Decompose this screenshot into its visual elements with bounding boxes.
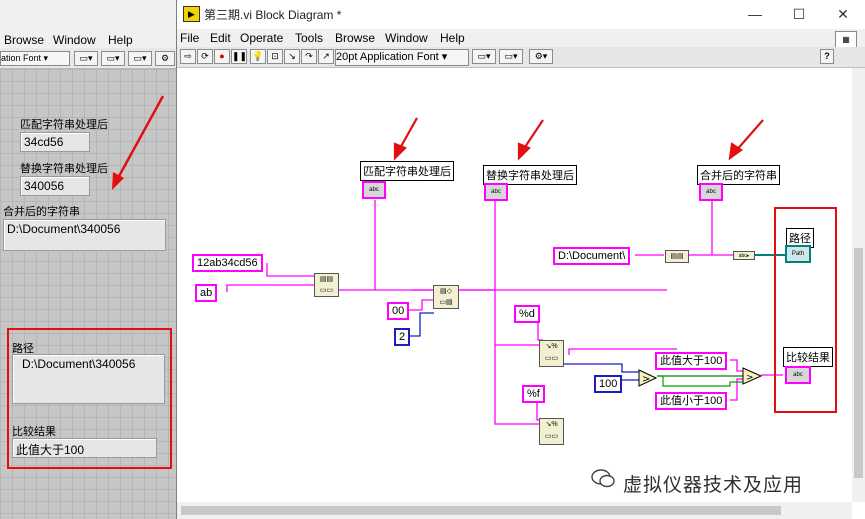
title-bar: ▶ 第三期.vi Block Diagram * — ☐ ✕ <box>177 0 865 28</box>
red-arrow-annotation <box>112 95 165 190</box>
menubar: File Edit Operate Tools Browse Window He… <box>177 29 865 49</box>
wechat-logo-icon <box>591 468 615 488</box>
front-panel-window: Browse Window Help ation Font ▾ ▭▾ ▭▾ ▭▾… <box>0 0 176 519</box>
step-out-icon[interactable]: ↗ <box>318 49 334 64</box>
vertical-scrollbar[interactable] <box>852 68 865 502</box>
vertical-scroll-thumb[interactable] <box>854 248 863 478</box>
menu-tools[interactable]: Tools <box>295 31 323 45</box>
step-into-icon[interactable]: ↘ <box>284 49 300 64</box>
menu-window[interactable]: Window <box>385 31 428 45</box>
watermark-text: 虚拟仪器技术及应用 <box>623 475 804 496</box>
close-icon[interactable]: ✕ <box>828 3 858 25</box>
red-arrow-annotations <box>393 117 764 161</box>
abort-icon[interactable]: ● <box>214 49 230 64</box>
horizontal-scroll-thumb[interactable] <box>181 506 781 515</box>
align-icon[interactable]: ▭▾ <box>472 49 496 64</box>
diagram-canvas: 匹配字符串处理后 abc 替换字符串处理后 abc 合并后的字符串 abc 12… <box>177 68 852 502</box>
window-title: 第三期.vi Block Diagram * <box>204 8 342 22</box>
menu-help[interactable]: Help <box>440 31 465 45</box>
menu-file[interactable]: File <box>180 31 199 45</box>
toolbar: ⇨ ⟳ ● ❚❚ 💡 ⊡ ↘ ↷ ↗ 20pt Application Font… <box>177 47 865 68</box>
font-dropdown[interactable]: 20pt Application Font ▾ <box>335 49 469 66</box>
block-diagram-window: ▶ 第三期.vi Block Diagram * — ☐ ✕ File Edit… <box>176 0 865 519</box>
help-icon[interactable]: ? <box>820 49 834 64</box>
minimize-icon[interactable]: — <box>740 3 770 25</box>
pause-icon[interactable]: ❚❚ <box>231 49 247 64</box>
highlight-execution-icon[interactable]: 💡 <box>250 49 266 64</box>
step-over-icon[interactable]: ↷ <box>301 49 317 64</box>
retain-wire-values-icon[interactable]: ⊡ <box>267 49 283 64</box>
run-arrow-icon[interactable]: ⇨ <box>180 49 196 64</box>
labview-app-icon: ▶ <box>183 6 200 22</box>
menu-edit[interactable]: Edit <box>210 31 231 45</box>
reorder-icon[interactable]: ⚙▾ <box>529 49 553 64</box>
maximize-icon[interactable]: ☐ <box>784 3 814 25</box>
menu-browse[interactable]: Browse <box>335 31 375 45</box>
run-continuously-icon[interactable]: ⟳ <box>197 49 213 64</box>
menu-operate[interactable]: Operate <box>240 31 283 45</box>
font-dropdown-value: 20pt Application Font <box>336 51 439 63</box>
horizontal-scrollbar[interactable] <box>177 502 852 519</box>
distribute-icon[interactable]: ▭▾ <box>499 49 523 64</box>
